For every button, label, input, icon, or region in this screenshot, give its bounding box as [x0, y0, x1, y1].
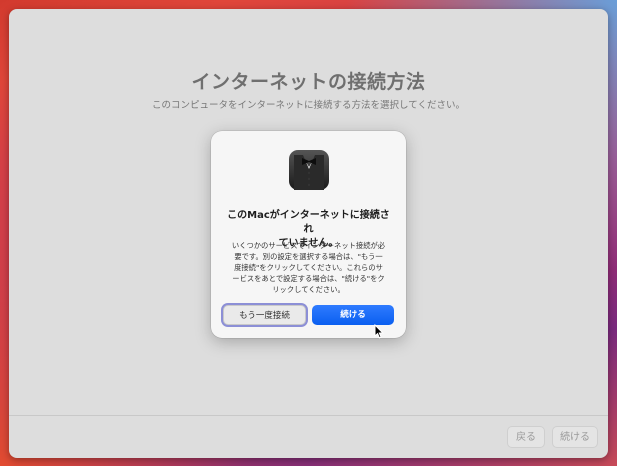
- footer-divider: [9, 415, 608, 416]
- mouse-pointer-icon: [374, 324, 384, 339]
- page-subtitle: このコンピュータをインターネットに接続する方法を選択してください。: [152, 100, 465, 111]
- no-internet-alert-dialog: このMacがインターネットに接続され ていません。 いくつかのサービスでインター…: [211, 131, 406, 338]
- dialog-message: いくつかのサービスでインターネット接続が必 要です。別の設定を選択する場合は、"…: [231, 241, 386, 294]
- footer-continue-button[interactable]: 続ける: [552, 426, 598, 448]
- retry-connection-button[interactable]: もう一度接続: [223, 305, 306, 325]
- back-button[interactable]: 戻る: [507, 426, 545, 448]
- continue-button[interactable]: 続ける: [312, 305, 394, 325]
- bowtie-tuxedo-icon: [289, 150, 329, 190]
- page-title: インターネットの接続方法: [191, 71, 426, 93]
